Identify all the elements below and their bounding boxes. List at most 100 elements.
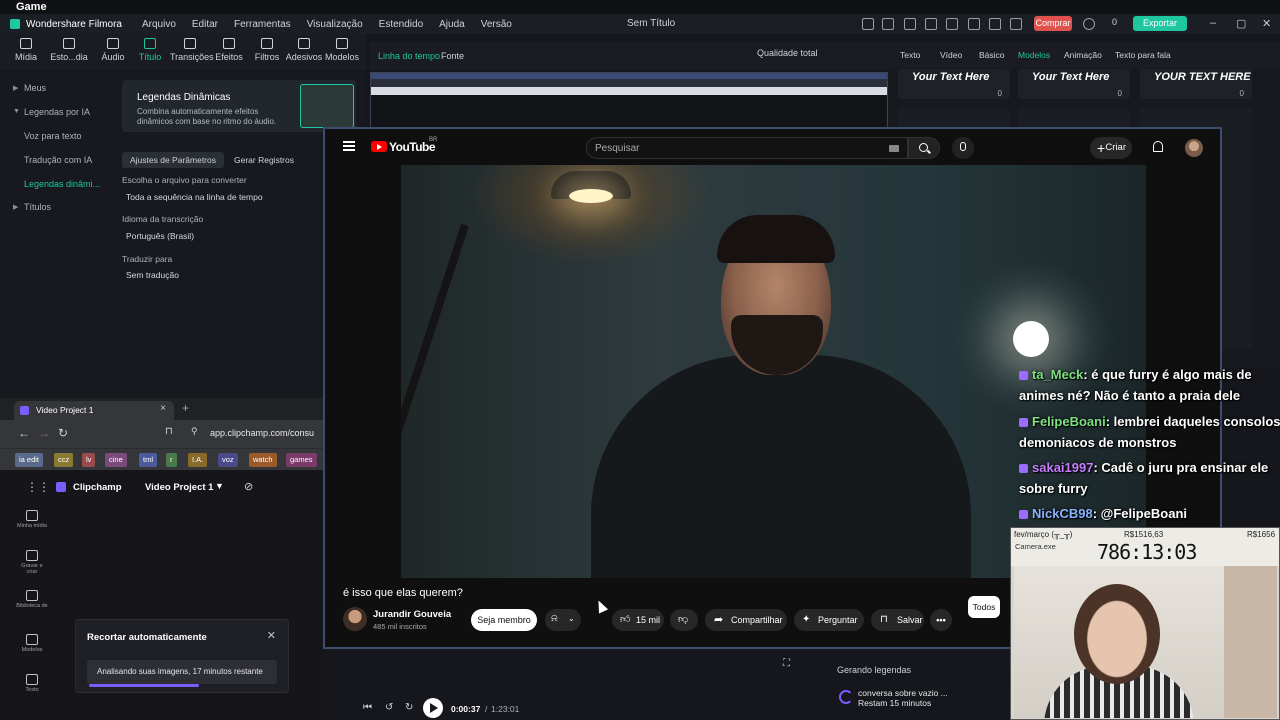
- tab-texto-fala[interactable]: Texto para fala: [1115, 50, 1171, 60]
- dynamic-captions-card[interactable]: Legendas Dinâmicas Combina automaticamen…: [122, 80, 356, 132]
- tool-audio[interactable]: Áudio: [93, 38, 133, 62]
- tool-stickers[interactable]: Adesivos: [284, 38, 324, 62]
- bookmark[interactable]: tml: [139, 453, 157, 467]
- youtube-logo-icon[interactable]: [371, 141, 387, 152]
- join-button[interactable]: Seja membro: [471, 609, 537, 631]
- tab-gerar-registros[interactable]: Gerar Registros: [226, 152, 302, 168]
- nav-item-voz-texto[interactable]: Voz para texto: [24, 131, 82, 141]
- search-box[interactable]: [586, 137, 908, 159]
- expand-arrow-icon[interactable]: ▼: [13, 108, 20, 115]
- tab-texto[interactable]: Texto: [900, 50, 920, 60]
- notifications-bell-icon[interactable]: [1153, 141, 1163, 152]
- tab-timeline[interactable]: Linha do tempo: [378, 51, 440, 61]
- filter-all-chip[interactable]: Todos: [968, 596, 1000, 618]
- menu-estendido[interactable]: Estendido: [379, 19, 423, 30]
- template-item[interactable]: YOUR TEXT HERE 0: [1140, 69, 1252, 99]
- bookmark[interactable]: ccz: [54, 453, 74, 467]
- avatar-icon[interactable]: [1083, 18, 1095, 30]
- expand-arrow-icon[interactable]: ▶: [13, 203, 18, 211]
- dislike-button[interactable]: 👎︎: [670, 609, 698, 631]
- tab-ajustes[interactable]: Ajustes de Parâmetros: [122, 152, 224, 168]
- bookmark[interactable]: watch: [249, 453, 277, 467]
- grid-icon[interactable]: [1010, 18, 1022, 30]
- param-source-select[interactable]: Toda a sequência na linha de tempo: [126, 192, 263, 202]
- sidebar-item-library[interactable]: Biblioteca de: [16, 590, 48, 609]
- channel-avatar[interactable]: [343, 607, 367, 631]
- search-input[interactable]: [595, 141, 875, 156]
- monitor-icon[interactable]: [925, 18, 937, 30]
- keyboard-icon[interactable]: [889, 145, 899, 152]
- tool-templates[interactable]: Modelos: [322, 38, 362, 62]
- tool-effects[interactable]: Efeitos: [209, 38, 249, 62]
- bookmark[interactable]: r: [166, 453, 177, 467]
- site-info-icon[interactable]: ⚲: [191, 426, 198, 437]
- address-bar[interactable]: app.clipchamp.com/consu: [210, 428, 314, 438]
- menu-arquivo[interactable]: Arquivo: [142, 19, 176, 30]
- tool-stock[interactable]: Esto...dia: [49, 38, 89, 62]
- template-item[interactable]: Your Text Here 0: [898, 69, 1010, 99]
- bookmark[interactable]: ia edit: [15, 453, 44, 467]
- bookmark[interactable]: voz: [218, 453, 238, 467]
- forward-icon[interactable]: ↻: [405, 702, 413, 713]
- menu-versao[interactable]: Versão: [481, 19, 512, 30]
- play-button[interactable]: [423, 698, 443, 718]
- tab-video[interactable]: Vídeo: [940, 50, 962, 60]
- nav-item-traducao[interactable]: Tradução com IA: [24, 155, 92, 165]
- create-button[interactable]: Criar: [1090, 137, 1132, 159]
- tab-animacao[interactable]: Animação: [1064, 50, 1102, 60]
- expand-arrow-icon[interactable]: ▶: [13, 84, 18, 92]
- rewind-icon[interactable]: ↺: [385, 702, 393, 713]
- sidebar-item-templates[interactable]: Modelos: [16, 634, 48, 653]
- sidebar-item-media[interactable]: Minha mídia: [16, 510, 48, 529]
- share-button[interactable]: ➦ Compartilhar: [705, 609, 787, 631]
- chevron-down-icon[interactable]: ▼: [215, 481, 224, 491]
- reload-icon[interactable]: ↻: [58, 426, 68, 440]
- nav-item-meus[interactable]: Meus: [24, 83, 46, 93]
- account-avatar[interactable]: [1185, 139, 1203, 157]
- sidebar-item-record[interactable]: Gravar e criar: [16, 550, 48, 575]
- new-tab-icon[interactable]: +: [182, 401, 189, 415]
- send-icon[interactable]: [882, 18, 894, 30]
- tool-title[interactable]: Título: [130, 38, 170, 62]
- tab-basico[interactable]: Básico: [979, 50, 1005, 60]
- sidebar-item-text[interactable]: Texto: [16, 674, 48, 693]
- menu-ferramentas[interactable]: Ferramentas: [234, 19, 291, 30]
- param-translate-select[interactable]: Sem tradução: [126, 270, 179, 280]
- bookmark-icon[interactable]: ⊓: [165, 426, 173, 437]
- tool-media[interactable]: Mídia: [6, 38, 46, 62]
- bookmark[interactable]: cine: [105, 453, 127, 467]
- subscription-bell-button[interactable]: ⍾ ⌄: [545, 609, 581, 631]
- browser-tab[interactable]: Video Project 1 ×: [14, 401, 174, 420]
- bookmark[interactable]: lv: [82, 453, 96, 467]
- buy-button[interactable]: Comprar: [1034, 16, 1072, 31]
- ask-button[interactable]: ✦ Perguntar: [794, 609, 864, 631]
- tab-source[interactable]: Fonte: [441, 51, 464, 61]
- template-item[interactable]: Your Text Here 0: [1018, 69, 1130, 99]
- nav-item-legendas-dinamicas[interactable]: Legendas dinâmi...: [24, 179, 100, 189]
- layout-icon[interactable]: [904, 18, 916, 30]
- apps-grid-icon[interactable]: ⋮⋮: [26, 480, 50, 494]
- close-tab-icon[interactable]: ×: [160, 403, 166, 414]
- cloud-off-icon[interactable]: ⊘: [244, 480, 253, 493]
- channel-name[interactable]: Jurandir Gouveia: [373, 609, 451, 620]
- save-button[interactable]: ⊓ Salvar: [871, 609, 924, 631]
- param-language-select[interactable]: Português (Brasil): [126, 231, 194, 241]
- menu-visualizacao[interactable]: Visualização: [307, 19, 363, 30]
- nav-item-legendas-ia[interactable]: Legendas por IA: [24, 107, 90, 117]
- bookmark[interactable]: games: [286, 453, 317, 467]
- menu-ajuda[interactable]: Ajuda: [439, 19, 465, 30]
- like-button[interactable]: 👍︎ 15 mil: [612, 609, 664, 631]
- more-actions-button[interactable]: •••: [930, 609, 952, 631]
- gift-icon[interactable]: [862, 18, 874, 30]
- bookmark[interactable]: I.A.: [188, 453, 208, 467]
- fullscreen-icon[interactable]: ⛶: [783, 658, 790, 669]
- tool-filters[interactable]: Filtros: [247, 38, 287, 62]
- search-button[interactable]: [908, 137, 940, 159]
- hamburger-menu-icon[interactable]: [343, 141, 355, 151]
- close-icon[interactable]: ✕: [267, 629, 276, 642]
- tab-modelos[interactable]: Modelos: [1018, 50, 1050, 60]
- voice-search-button[interactable]: [952, 137, 974, 159]
- forward-icon[interactable]: →: [38, 426, 50, 440]
- headset-icon[interactable]: [989, 18, 1001, 30]
- picture-icon[interactable]: [946, 18, 958, 30]
